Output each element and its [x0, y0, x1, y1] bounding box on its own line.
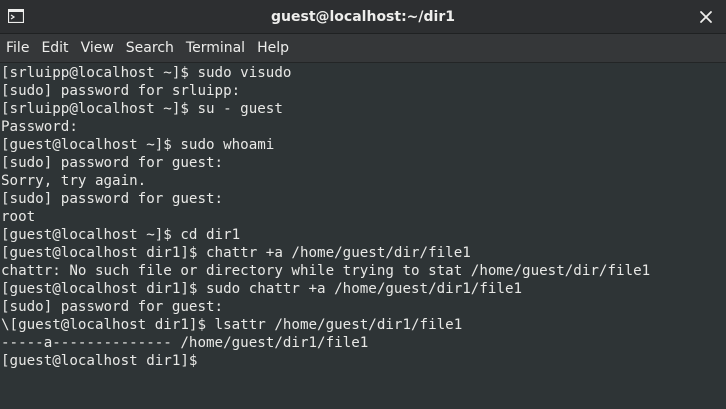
- menu-file[interactable]: File: [0, 34, 35, 63]
- terminal-prompt: [guest@localhost dir1]$: [1, 353, 206, 369]
- terminal-line: [sudo] password for guest:: [1, 299, 224, 315]
- terminal-line: \[guest@localhost dir1]$ lsattr /home/gu…: [1, 317, 463, 333]
- terminal-line: [guest@localhost dir1]$ chattr +a /home/…: [1, 245, 471, 261]
- terminal-line: [guest@localhost dir1]$ sudo chattr +a /…: [1, 281, 523, 297]
- terminal-prompt-line: [guest@localhost dir1]$: [1, 352, 726, 370]
- terminal-line: [sudo] password for srluipp:: [1, 83, 241, 99]
- menu-search[interactable]: Search: [120, 34, 180, 63]
- terminal-line: Sorry, try again.: [1, 173, 147, 189]
- menu-help[interactable]: Help: [251, 34, 295, 63]
- terminal-window: guest@localhost:~/dir1 File Edit View Se…: [0, 0, 726, 409]
- close-icon[interactable]: [698, 9, 714, 25]
- terminal-line: [srluipp@localhost ~]$ sudo visudo: [1, 65, 292, 81]
- terminal-line: root: [1, 209, 36, 225]
- terminal-line: Password:: [1, 119, 78, 135]
- menu-view[interactable]: View: [75, 34, 120, 63]
- window-title: guest@localhost:~/dir1: [271, 9, 455, 25]
- terminal-line: chattr: No such file or directory while …: [1, 263, 651, 279]
- terminal-line: [srluipp@localhost ~]$ su - guest: [1, 101, 283, 117]
- terminal-line: [sudo] password for guest:: [1, 155, 224, 171]
- terminal-cursor: [206, 353, 215, 369]
- menu-edit[interactable]: Edit: [35, 34, 74, 63]
- terminal-line: [guest@localhost ~]$ sudo whoami: [1, 137, 275, 153]
- terminal-line: [guest@localhost ~]$ cd dir1: [1, 227, 241, 243]
- menu-bar: File Edit View Search Terminal Help: [0, 34, 726, 63]
- terminal-output[interactable]: [srluipp@localhost ~]$ sudo visudo [sudo…: [0, 63, 726, 409]
- terminal-line: -----a-------------- /home/guest/dir1/fi…: [1, 335, 369, 351]
- menu-terminal[interactable]: Terminal: [180, 34, 251, 63]
- title-bar[interactable]: guest@localhost:~/dir1: [0, 0, 726, 34]
- terminal-line: [sudo] password for guest:: [1, 191, 224, 207]
